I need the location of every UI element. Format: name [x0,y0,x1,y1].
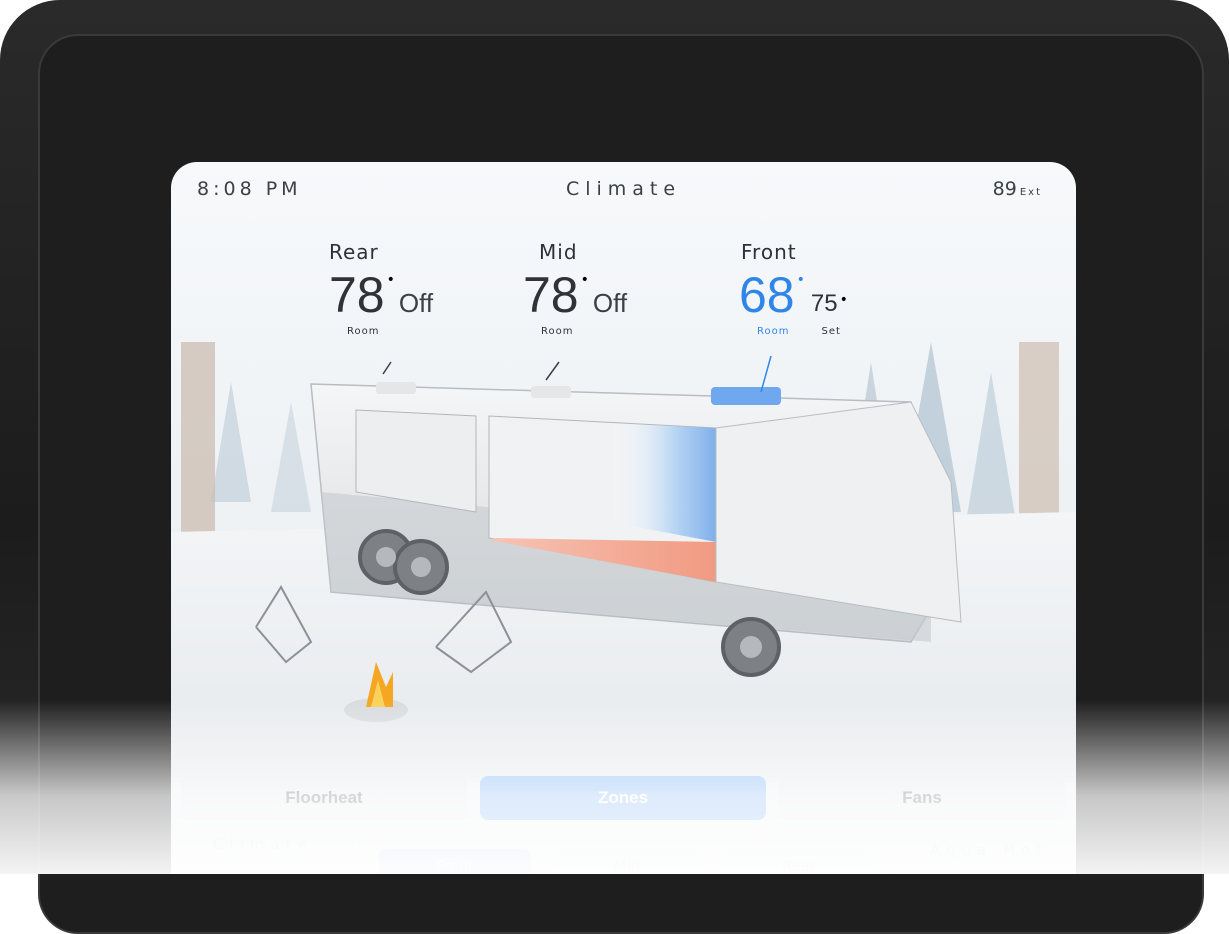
zone-rear-reading: 78 • Off [329,270,509,320]
divider [359,841,360,874]
climate-screen: 8:08 PM Climate 89 Ext Rear 78 • Off Roo… [171,162,1076,874]
zone-front-reading: 68 • 75 • [739,270,919,320]
zone-rear-status: Off [398,288,434,318]
zone-mid-temp: 78 [523,267,579,323]
degree-icon: • [796,272,805,288]
zone-mid-status: Off [592,288,628,318]
zone-rear-name: Rear [329,240,379,264]
zone-mid-name: Mid [539,240,578,264]
degree-icon: • [386,272,395,288]
rear-pointer-line [382,361,392,375]
zone-front-name: Front [741,240,797,264]
page-title: Climate [565,178,682,200]
zone-front[interactable]: Front 68 • 75 • Room Set [739,240,919,337]
zone-rear-room-label: Room [347,326,380,337]
zone-mid-button[interactable]: Mid [551,849,703,874]
tab-fans[interactable]: Fans [779,776,1065,820]
tab-floorheat[interactable]: Floorheat [181,776,467,820]
sub-climate-label: Climate [213,835,313,853]
zone-mid-reading: 78 • Off [523,270,703,320]
zone-rear-temp: 78 [329,267,385,323]
zone-mid-room-label: Room [541,326,574,337]
front-ac-unit [711,387,781,405]
zone-mid[interactable]: Mid 78 • Off Room [523,240,703,337]
zone-rear-button[interactable]: Rear [723,849,875,874]
zone-front-set-temp[interactable]: 75 [811,290,838,318]
zone-rear[interactable]: Rear 78 • Off Room [329,240,509,337]
degree-icon: • [839,292,848,308]
zone-front-room-label: Room [757,326,790,337]
front-pointer-line [760,355,772,393]
mid-pointer-line [545,361,560,381]
climate-tab-bar: Floorheat Zones Fans [181,776,1065,820]
degree-icon: • [580,272,589,288]
rv-scene-illustration [171,342,1076,782]
tab-zones[interactable]: Zones [480,776,766,820]
divider [893,841,894,874]
cooling-airflow [611,424,716,542]
sub-aquahot-label: Aqua-Hot [930,841,1048,859]
exterior-temp-label: Ext [1019,187,1042,198]
zone-sub-controls: Climate Front Mid Rear Aqua-Hot [171,827,1076,874]
exterior-temp-value: 89 [992,178,1017,200]
exterior-temp: 89 Ext [993,178,1042,200]
zone-front-temp: 68 [739,267,795,323]
zone-front-button[interactable]: Front [379,849,531,874]
zone-front-set-label: Set [821,326,841,337]
